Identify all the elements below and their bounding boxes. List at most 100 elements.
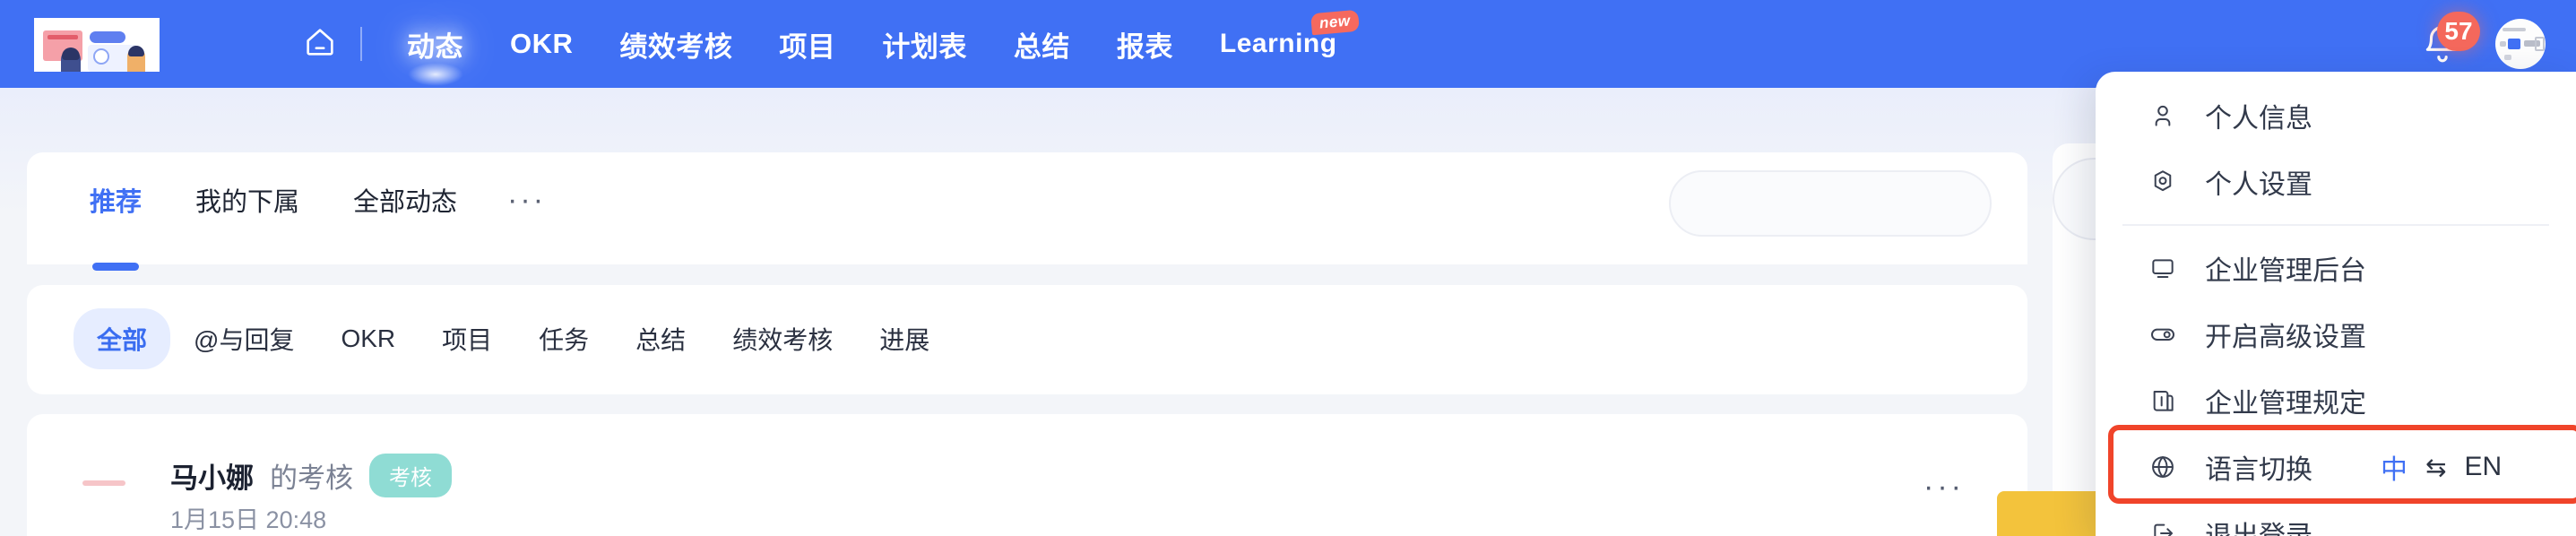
- logo-shape-person-left-hair: [62, 48, 80, 60]
- language-toggle[interactable]: 中 ⇆ EN: [2381, 447, 2502, 487]
- menu-item-admin-console[interactable]: 企业管理后台: [2096, 235, 2576, 301]
- logout-icon: [2144, 514, 2182, 536]
- nav-item-performance[interactable]: 绩效考核: [596, 0, 756, 88]
- filter-chip-label: OKR: [341, 324, 396, 352]
- avatar-detail: [2504, 55, 2511, 60]
- tab-my-subordinates[interactable]: 我的下属: [169, 165, 326, 235]
- swap-icon: ⇆: [2425, 453, 2447, 481]
- nav-item-label: 总结: [1013, 30, 1070, 63]
- tab-recommend[interactable]: 推荐: [63, 165, 169, 235]
- menu-item-label: 语言切换: [2205, 455, 2312, 485]
- filter-chip-summary[interactable]: 总结: [612, 308, 709, 369]
- nav-item-label: 绩效考核: [619, 30, 733, 63]
- logo-shape-line: [48, 35, 78, 39]
- nav-item-report[interactable]: 报表: [1094, 0, 1197, 88]
- filter-chip-label: 任务: [539, 326, 590, 354]
- feed-tabs-card: 推荐 我的下属 全部动态 ···: [27, 152, 2027, 264]
- language-option-en[interactable]: EN: [2464, 452, 2502, 482]
- menu-divider: [2122, 224, 2549, 226]
- filter-chip-project[interactable]: 项目: [419, 308, 515, 369]
- nav-item-summary[interactable]: 总结: [990, 0, 1094, 88]
- menu-item-personal-settings[interactable]: 个人设置: [2096, 149, 2576, 215]
- nav-item-okr[interactable]: OKR: [487, 0, 596, 88]
- menu-item-label: 个人设置: [2205, 170, 2312, 200]
- feed-tabs: 推荐 我的下属 全部动态 ···: [63, 165, 569, 235]
- filter-chip-performance[interactable]: 绩效考核: [709, 308, 856, 369]
- menu-item-advanced-settings[interactable]: 开启高级设置: [2096, 301, 2576, 367]
- filter-chip-okr[interactable]: OKR: [317, 312, 419, 366]
- nav-item-label: 报表: [1116, 30, 1173, 63]
- menu-item-label: 个人信息: [2205, 104, 2312, 134]
- tab-label: 推荐: [90, 188, 143, 217]
- nav-item-project[interactable]: 项目: [756, 0, 859, 88]
- notification-count-badge: 57: [2437, 12, 2480, 51]
- menu-item-label: 开启高级设置: [2205, 323, 2366, 352]
- filter-chip-label: 项目: [442, 326, 493, 354]
- feed-item-more-button[interactable]: ···: [1923, 470, 1965, 505]
- feed-filter-chips: 全部 @与回复 OKR 项目 任务 总结 绩效考核 进展: [73, 308, 953, 369]
- feed-item-avatar[interactable]: [73, 455, 134, 516]
- menu-item-logout[interactable]: 退出登录: [2096, 500, 2576, 536]
- user-dropdown-menu: 个人信息 个人设置 企业管理后台 开启高级设置 企业管理规定 语言切换 中 ⇆ …: [2096, 72, 2576, 536]
- filter-chip-label: 总结: [635, 326, 687, 354]
- bell-icon: [2420, 25, 2465, 71]
- avatar-detail: [82, 480, 125, 486]
- menu-item-personal-info[interactable]: 个人信息: [2096, 82, 2576, 149]
- globe-icon: [2144, 448, 2182, 486]
- nav-menu: 动态 OKR 绩效考核 项目 计划表 总结 报表 Learning new: [296, 0, 1361, 88]
- logo-shape-pill: [90, 31, 125, 43]
- book-icon: [2144, 382, 2182, 419]
- feed-item-tag: 考核: [369, 454, 452, 497]
- avatar-detail: [2503, 28, 2526, 31]
- menu-item-label: 企业管理后台: [2205, 256, 2366, 286]
- nav-item-learning[interactable]: Learning new: [1197, 0, 1361, 88]
- feed-item-author: 马小娜: [170, 463, 254, 494]
- menu-item-label: 退出登录: [2205, 514, 2312, 536]
- filter-chip-label: 全部: [97, 326, 148, 354]
- tab-all-activity[interactable]: 全部动态: [326, 165, 484, 235]
- user-icon: [2144, 97, 2182, 134]
- nav-item-dongtai[interactable]: 动态: [384, 0, 487, 88]
- feed-item-card: 马小娜 的考核 考核 1月15日 20:48 ···: [27, 414, 2027, 536]
- menu-spacer: [2096, 72, 2576, 82]
- nav-item-label: 动态: [407, 30, 463, 63]
- avatar-detail: [2535, 37, 2545, 51]
- filter-chip-label: 进展: [879, 326, 930, 354]
- filter-chip-label: 绩效考核: [732, 326, 834, 354]
- nav-item-label: 项目: [779, 30, 836, 63]
- avatar[interactable]: [2495, 19, 2546, 69]
- tabs-more-button[interactable]: ···: [484, 167, 569, 234]
- nav-divider: [360, 27, 362, 61]
- feed-filter-card: 全部 @与回复 OKR 项目 任务 总结 绩效考核 进展: [27, 285, 2027, 394]
- filter-chip-task[interactable]: 任务: [515, 308, 612, 369]
- toggle-icon: [2144, 316, 2182, 353]
- filter-chip-all[interactable]: 全部: [73, 308, 171, 369]
- new-badge: new: [1310, 9, 1360, 36]
- avatar-detail: [2508, 39, 2520, 49]
- logo-shape-clock: [93, 48, 109, 65]
- logo-illustration: [34, 18, 160, 72]
- nav-item-plan[interactable]: 计划表: [859, 0, 990, 88]
- nav-item-label: 计划表: [882, 30, 967, 63]
- avatar-detail: [2500, 41, 2506, 47]
- home-icon: [302, 24, 338, 65]
- filter-chip-label: @与回复: [194, 326, 295, 354]
- feed-item-timestamp: 1月15日 20:48: [170, 506, 327, 533]
- menu-item-label: 企业管理规定: [2205, 389, 2366, 419]
- feed-item-subtitle: 的考核: [270, 463, 353, 494]
- feed-item-header: 马小娜 的考核 考核: [170, 454, 452, 497]
- notification-button[interactable]: 57: [2420, 12, 2480, 67]
- filter-chip-progress[interactable]: 进展: [856, 308, 953, 369]
- logo-shape-person-right-hair: [128, 46, 144, 56]
- gear-icon: [2144, 163, 2182, 201]
- nav-item-label: OKR: [510, 28, 574, 59]
- monitor-icon: [2144, 249, 2182, 287]
- app-logo[interactable]: [34, 18, 160, 72]
- language-option-cn[interactable]: 中: [2381, 447, 2407, 487]
- nav-home-button[interactable]: [296, 0, 344, 88]
- filter-chip-mentions[interactable]: @与回复: [170, 308, 317, 369]
- tab-label: 我的下属: [195, 188, 300, 217]
- feed-search-input[interactable]: [1669, 170, 1992, 237]
- menu-item-management-rules[interactable]: 企业管理规定: [2096, 367, 2576, 434]
- menu-item-language-switch[interactable]: 语言切换 中 ⇆ EN: [2096, 425, 2576, 504]
